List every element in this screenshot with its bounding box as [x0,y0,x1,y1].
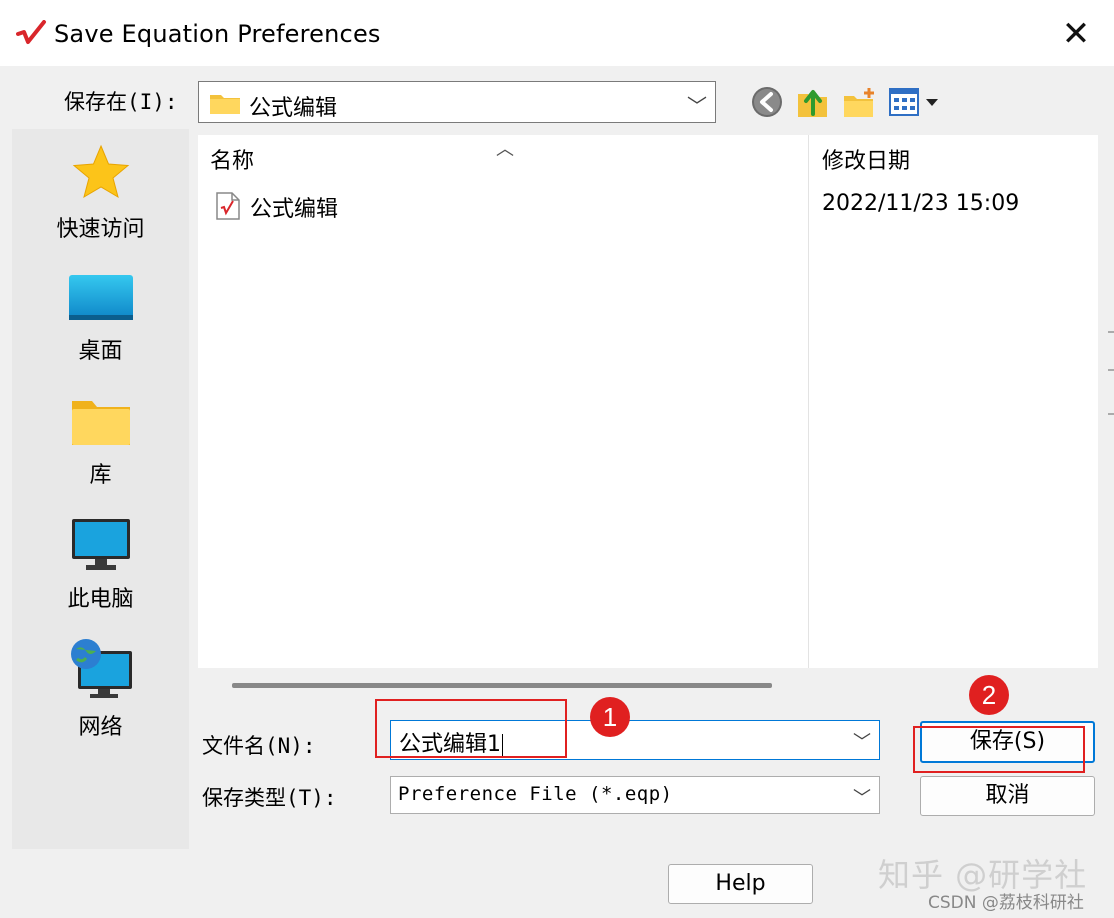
desktop-icon [68,275,133,320]
places-bar: 快速访问 桌面 库 此电脑 网络 [12,129,189,849]
column-header-name[interactable]: 名称 [210,143,254,175]
chevron-down-icon: ﹀ [687,94,707,118]
annotation-badge-2: 2 [969,675,1009,715]
title-bar: Save Equation Preferences ✕ [0,0,1114,66]
annotation-box-file-name [375,699,567,758]
up-folder-icon[interactable] [795,84,831,120]
save-in-label: 保存在(I): [64,90,178,114]
mathtype-logo-icon [16,20,46,44]
file-list[interactable]: ︿ 名称 修改日期 公式编辑 2022/11/23 15:09 [198,135,1098,668]
list-item[interactable]: 公式编辑 2022/11/23 15:09 [198,185,1098,225]
horizontal-scrollbar[interactable] [232,683,772,688]
file-name-label: 文件名(N): [202,734,316,758]
chevron-down-icon: ﹀ [853,788,871,809]
place-label: 快速访问 [56,217,145,242]
star-icon [72,144,129,199]
file-date: 2022/11/23 15:09 [822,191,1020,216]
file-name: 公式编辑 [250,197,339,222]
annotation-box-save [913,726,1085,773]
library-folder-icon [71,401,130,445]
place-label: 桌面 [78,339,123,364]
save-in-value: 公式编辑 [249,96,338,121]
save-in-dropdown[interactable]: 公式编辑 ﹀ [198,81,716,123]
file-type-value: Preference File (*.eqp) [398,783,673,805]
computer-icon [71,519,130,570]
column-header-date[interactable]: 修改日期 [822,143,910,175]
edge-divider [1108,331,1114,415]
file-type-label: 保存类型(T): [202,786,337,810]
new-folder-icon[interactable] [841,84,877,120]
place-label: 此电脑 [67,587,134,612]
chevron-down-icon[interactable]: ﹀ [853,728,871,754]
place-desktop[interactable]: 桌面 [12,271,189,365]
place-quick-access[interactable]: 快速访问 [12,143,189,243]
file-type-select[interactable]: Preference File (*.eqp) ﹀ [390,776,880,814]
sort-ascending-icon: ︿ [496,139,514,160]
help-button[interactable]: Help [668,864,813,904]
folder-icon [210,95,240,114]
window-title: Save Equation Preferences [54,20,381,48]
equation-file-icon [216,192,240,220]
place-this-pc[interactable]: 此电脑 [12,517,189,613]
place-label: 网络 [78,715,123,740]
close-button[interactable]: ✕ [1050,12,1102,56]
place-network[interactable]: 网络 [12,637,189,741]
place-label: 库 [89,463,112,488]
annotation-badge-1: 1 [590,697,630,737]
place-library[interactable]: 库 [12,395,189,489]
network-icon [70,639,132,698]
view-menu-icon[interactable] [888,84,940,120]
back-arrow-icon[interactable] [749,84,785,120]
cancel-button[interactable]: 取消 [920,776,1095,816]
watermark-sub: CSDN @荔枝科研社 [928,893,1084,913]
